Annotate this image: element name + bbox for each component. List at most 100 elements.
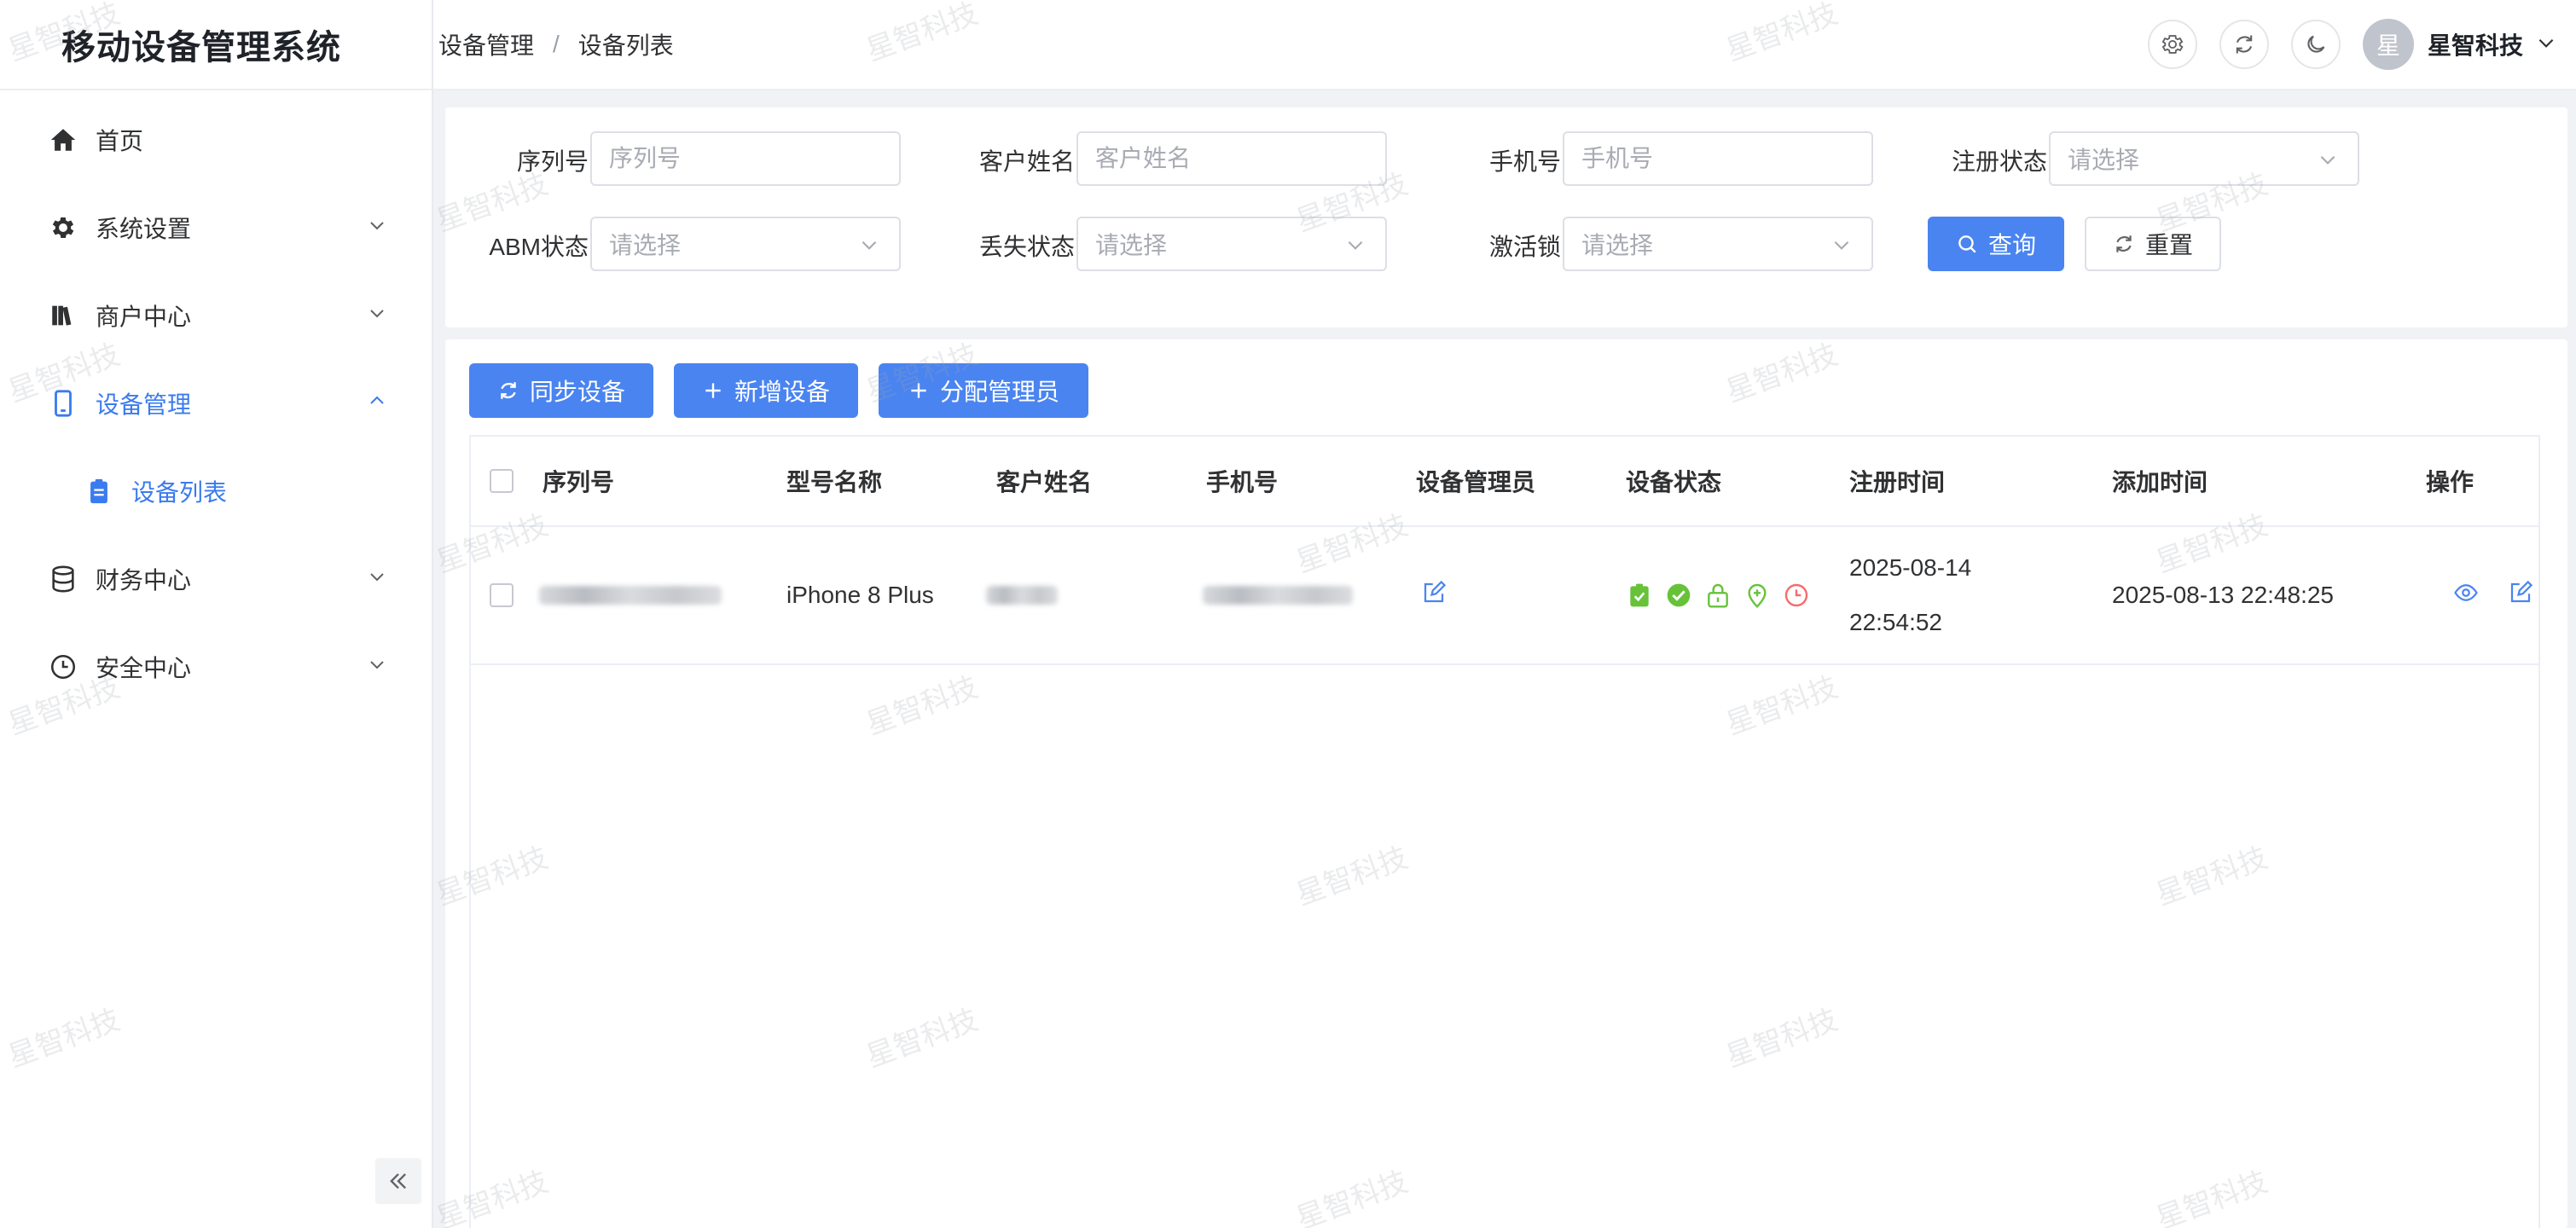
add-device-label: 新增设备 [734,379,830,405]
serial-cell-redacted [539,527,722,663]
home-icon [48,125,78,155]
activation-lock-label: 激活锁 [1488,234,1561,260]
user-name[interactable]: 星智科技 [2428,27,2523,61]
table-row[interactable]: iPhone 8 Plus 2025-08-14 22:54:52 2025-0… [471,527,2538,665]
table-header: 序列号 型号名称 客户姓名 手机号 设备管理员 设备状态 注册时间 添加时间 操… [471,437,2538,527]
chevron-down-icon[interactable] [2535,32,2557,58]
phone-cell-redacted [1203,527,1353,663]
refresh-icon [2236,35,2253,54]
unlock-icon [1708,583,1728,608]
abm-status-label: ABM状态 [489,234,589,260]
app-title: 移动设备管理系统 [0,0,432,90]
abm-status-select[interactable]: 请选择 [590,217,901,271]
customer-name-input-field[interactable] [1095,145,1385,172]
settings-button[interactable] [2147,20,2197,69]
chevron-down-icon [367,214,387,241]
device-admin-cell [1421,527,1447,663]
column-header: 序列号 [542,469,615,495]
location-icon [1748,583,1767,609]
sidebar-item-security-center[interactable]: 安全中心 [0,623,432,710]
added-time-cell: 2025-08-13 22:48:25 [2112,582,2334,608]
chevron-up-icon [367,390,387,417]
column-header: 操作 [2426,469,2474,495]
assign-admin-button[interactable]: 分配管理员 [879,363,1088,418]
serial-input[interactable] [590,131,901,186]
lost-status-label: 丢失状态 [978,234,1075,260]
dark-mode-button[interactable] [2290,20,2341,69]
chevron-down-icon [1830,234,1853,262]
breadcrumb-separator: / [553,31,560,57]
breadcrumb-item-current: 设备列表 [577,32,674,59]
refresh-button[interactable] [2219,20,2269,69]
chevron-down-icon [367,653,387,681]
customer-cell-redacted [986,527,1058,663]
device-table: 序列号 型号名称 客户姓名 手机号 设备管理员 设备状态 注册时间 添加时间 操… [469,435,2540,1228]
database-icon [48,564,78,594]
sidebar-item-system-settings[interactable]: 系统设置 [0,183,432,271]
refresh-icon [2116,235,2132,252]
add-device-button[interactable]: 新增设备 [674,363,858,418]
column-header: 手机号 [1206,469,1279,495]
breadcrumb: 设备管理 / 设备列表 [433,27,674,61]
breadcrumb-item[interactable]: 设备管理 [438,27,534,61]
sidebar-item-device-management[interactable]: 设备管理 [0,359,432,447]
sidebar-item-label: 设备列表 [131,478,228,506]
chevron-down-icon [1344,234,1366,262]
query-button[interactable]: 查询 [1928,217,2064,271]
sidebar-item-label: 财务中心 [96,566,192,594]
sidebar-item-merchant-center[interactable]: 商户中心 [0,271,432,359]
books-icon [48,300,78,331]
serial-label: 序列号 [516,148,589,175]
column-header: 型号名称 [786,469,883,495]
sidebar: 移动设备管理系统 首页 系统设置 商户中心 设备管理 设备列表 财务中心 安全中… [0,0,433,1228]
register-time: 22:54:52 [1849,609,1942,635]
top-header: 设备管理 / 设备列表 星 星智科技 [433,0,2576,90]
column-header: 注册时间 [1849,469,1946,495]
sidebar-menu: 首页 系统设置 商户中心 设备管理 设备列表 财务中心 安全中心 [0,90,432,710]
activation-lock-select[interactable]: 请选择 [1563,217,1873,271]
phone-input[interactable] [1563,131,1873,186]
actions-cell [2453,527,2533,663]
sidebar-item-label: 首页 [96,127,144,154]
double-chevron-left-icon [390,1173,406,1189]
register-status-select[interactable]: 请选择 [2049,131,2359,186]
phone-icon [48,388,78,419]
redacted-customer-name [986,586,1058,605]
reset-button[interactable]: 重置 [2085,217,2221,271]
lost-status-select[interactable]: 请选择 [1076,217,1387,271]
sidebar-item-device-list[interactable]: 设备列表 [0,447,432,535]
edit-admin-icon[interactable] [1421,580,1447,611]
sync-devices-button[interactable]: 同步设备 [469,363,653,418]
abm-status-placeholder: 请选择 [609,232,682,258]
chevron-down-icon [858,234,880,262]
view-icon[interactable] [2453,580,2479,611]
avatar[interactable]: 星 [2362,19,2414,70]
plus-icon [705,383,721,398]
sidebar-item-label: 安全中心 [96,654,192,681]
sync-devices-label: 同步设备 [529,379,625,405]
select-all-checkbox[interactable] [490,469,513,493]
serial-input-field[interactable] [609,145,899,172]
collapse-sidebar-button[interactable] [375,1158,421,1204]
sidebar-item-finance-center[interactable]: 财务中心 [0,535,432,623]
clipboard-icon [84,476,114,507]
header-actions: 星 星智科技 [2126,19,2576,70]
check-circle-icon [1667,583,1691,607]
customer-name-input[interactable] [1076,131,1387,186]
row-checkbox[interactable] [490,583,513,607]
sidebar-item-home[interactable]: 首页 [0,96,432,183]
activation-lock-placeholder: 请选择 [1581,232,1654,258]
column-header: 设备状态 [1626,469,1722,495]
select-all-cell [490,437,513,525]
chevron-down-icon [2317,148,2339,177]
refresh-icon [501,382,516,399]
edit-icon[interactable] [2508,580,2533,611]
sidebar-item-label: 设备管理 [96,391,192,418]
search-icon [1958,235,1976,253]
chevron-down-icon [367,302,387,329]
sidebar-item-label: 系统设置 [96,215,192,242]
clock-icon [48,652,78,682]
device-status-cell [1626,527,1810,663]
phone-input-field[interactable] [1581,145,1871,172]
register-status-placeholder: 请选择 [2068,147,2140,173]
